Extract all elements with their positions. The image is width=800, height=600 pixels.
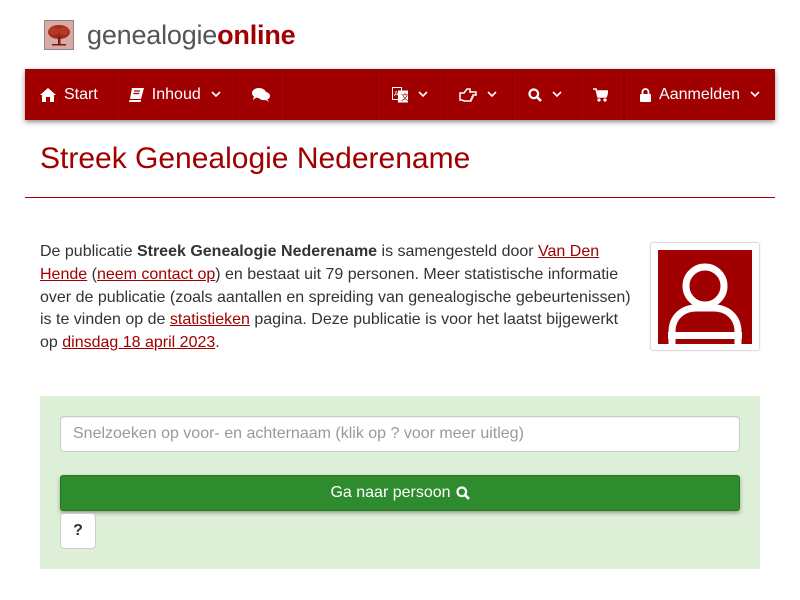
search-help-button[interactable]: ? bbox=[60, 513, 96, 549]
last-updated-link[interactable]: dinsdag 18 april 2023 bbox=[62, 334, 215, 351]
book-icon bbox=[128, 87, 144, 102]
user-avatar-icon bbox=[658, 250, 752, 344]
home-icon bbox=[40, 87, 56, 102]
main-navbar: Start Inhoud A文 Aanmelden bbox=[25, 69, 775, 120]
nav-start-label: Start bbox=[64, 85, 98, 103]
search-icon bbox=[528, 87, 542, 102]
quick-search-input[interactable] bbox=[60, 416, 740, 452]
statistics-link[interactable]: statistieken bbox=[170, 311, 250, 328]
chevron-down-icon bbox=[211, 91, 221, 98]
nav-login[interactable]: Aanmelden bbox=[625, 69, 775, 120]
nav-shop[interactable] bbox=[578, 69, 625, 120]
chevron-down-icon bbox=[487, 91, 497, 98]
comments-icon bbox=[251, 87, 270, 102]
author-avatar[interactable] bbox=[650, 242, 760, 351]
tree-logo-icon bbox=[44, 20, 74, 50]
nav-start[interactable]: Start bbox=[25, 69, 114, 120]
search-icon bbox=[455, 486, 470, 500]
go-to-person-label: Ga naar persoon bbox=[330, 484, 451, 501]
cart-icon bbox=[593, 87, 609, 102]
contact-link[interactable]: neem contact op bbox=[97, 266, 215, 283]
hand-pointer-icon bbox=[459, 87, 477, 102]
nav-forum[interactable] bbox=[237, 69, 286, 120]
publication-name: Streek Genealogie Nederename bbox=[136, 243, 378, 260]
translate-icon: A文 bbox=[392, 86, 409, 102]
publication-description: De publicatie Streek Genealogie Nederena… bbox=[40, 243, 631, 352]
lock-icon bbox=[640, 87, 652, 102]
site-name: genealogieonline bbox=[87, 20, 296, 50]
svg-text:文: 文 bbox=[401, 92, 408, 102]
quick-search-panel: Ga naar persoon ? bbox=[40, 396, 760, 569]
chevron-down-icon bbox=[418, 91, 428, 98]
site-logo[interactable]: genealogieonline bbox=[44, 20, 296, 50]
nav-spacer bbox=[286, 69, 378, 120]
nav-inhoud-label: Inhoud bbox=[151, 85, 201, 103]
title-divider bbox=[25, 197, 775, 198]
nav-inhoud[interactable]: Inhoud bbox=[114, 69, 237, 120]
chevron-down-icon bbox=[552, 91, 562, 98]
page-title: Streek Genealogie Nederename bbox=[40, 142, 471, 175]
nav-login-label: Aanmelden bbox=[659, 85, 740, 103]
chevron-down-icon bbox=[750, 91, 760, 98]
nav-language[interactable]: A文 bbox=[377, 69, 445, 120]
svg-text:A: A bbox=[394, 91, 399, 98]
go-to-person-button[interactable]: Ga naar persoon bbox=[60, 475, 740, 511]
nav-tools[interactable] bbox=[444, 69, 514, 120]
nav-search[interactable] bbox=[513, 69, 579, 120]
